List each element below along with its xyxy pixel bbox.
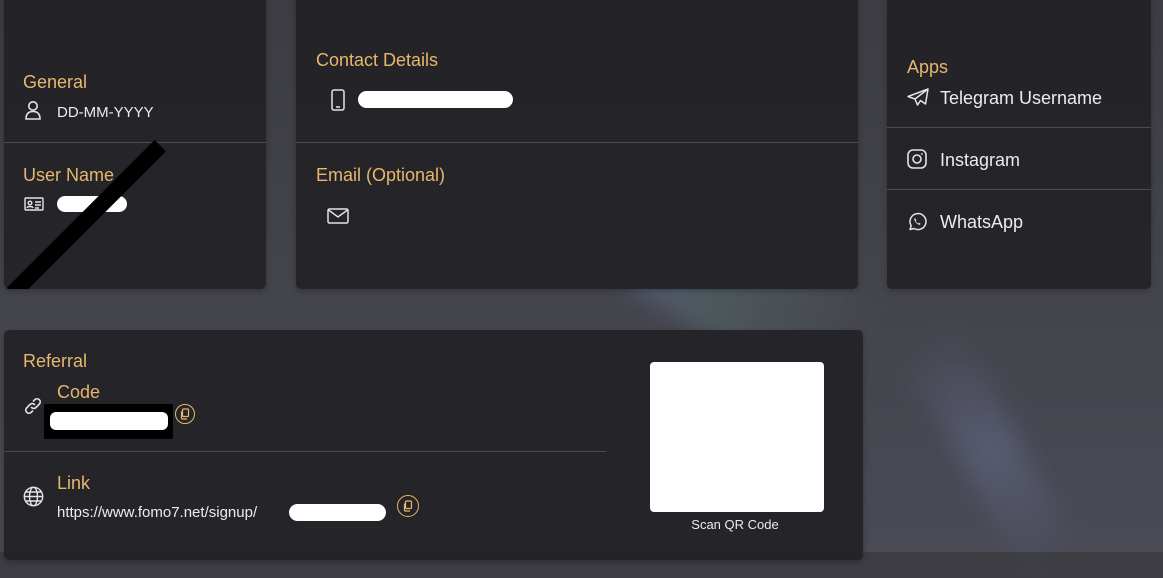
- code-redacted: [50, 412, 168, 430]
- background-glow-2: [899, 322, 1081, 578]
- general-divider: [4, 142, 266, 143]
- apps-divider-1: [887, 127, 1151, 128]
- user-icon: [24, 100, 42, 125]
- globe-icon: [23, 486, 44, 512]
- id-card-icon: [24, 197, 44, 216]
- qr-code-image: [650, 362, 824, 512]
- telegram-icon: [907, 88, 929, 111]
- apps-divider-2: [887, 189, 1151, 190]
- whatsapp-icon: [907, 212, 927, 237]
- contact-heading: Contact Details: [316, 50, 439, 70]
- username-heading: User Name: [23, 165, 115, 185]
- general-card: General DD-MM-YYYY User Name: [4, 0, 266, 289]
- referral-link-text[interactable]: https://www.fomo7.net/signup/: [57, 504, 257, 521]
- phone-redacted: [358, 91, 513, 108]
- copy-code-button[interactable]: [175, 404, 195, 424]
- contact-divider: [296, 142, 858, 143]
- apps-heading: Apps: [907, 57, 949, 77]
- link-chain-icon: [23, 396, 43, 421]
- apps-card: Apps Telegram Username Instagram WhatsAp…: [887, 0, 1151, 289]
- mail-icon: [327, 208, 349, 229]
- general-heading: General: [23, 72, 88, 92]
- dob-value[interactable]: DD-MM-YYYY: [57, 104, 154, 121]
- apps-item-whatsapp[interactable]: WhatsApp: [940, 212, 1023, 233]
- email-heading: Email (Optional): [316, 165, 446, 185]
- instagram-icon: [907, 149, 927, 174]
- link-label: Link: [57, 473, 91, 493]
- phone-icon: [331, 89, 345, 116]
- apps-item-instagram[interactable]: Instagram: [940, 150, 1020, 171]
- apps-item-telegram[interactable]: Telegram Username: [940, 88, 1102, 109]
- link-redacted: [289, 504, 386, 521]
- referral-card: Referral Code Link https://www.fomo7.net…: [4, 330, 863, 560]
- contact-card: Contact Details Email (Optional): [296, 0, 858, 289]
- referral-heading: Referral: [23, 351, 88, 371]
- copy-link-button[interactable]: [397, 495, 419, 517]
- code-label: Code: [57, 382, 101, 402]
- qr-caption: Scan QR Code: [691, 517, 779, 532]
- referral-divider: [4, 451, 606, 452]
- code-box: [44, 404, 173, 439]
